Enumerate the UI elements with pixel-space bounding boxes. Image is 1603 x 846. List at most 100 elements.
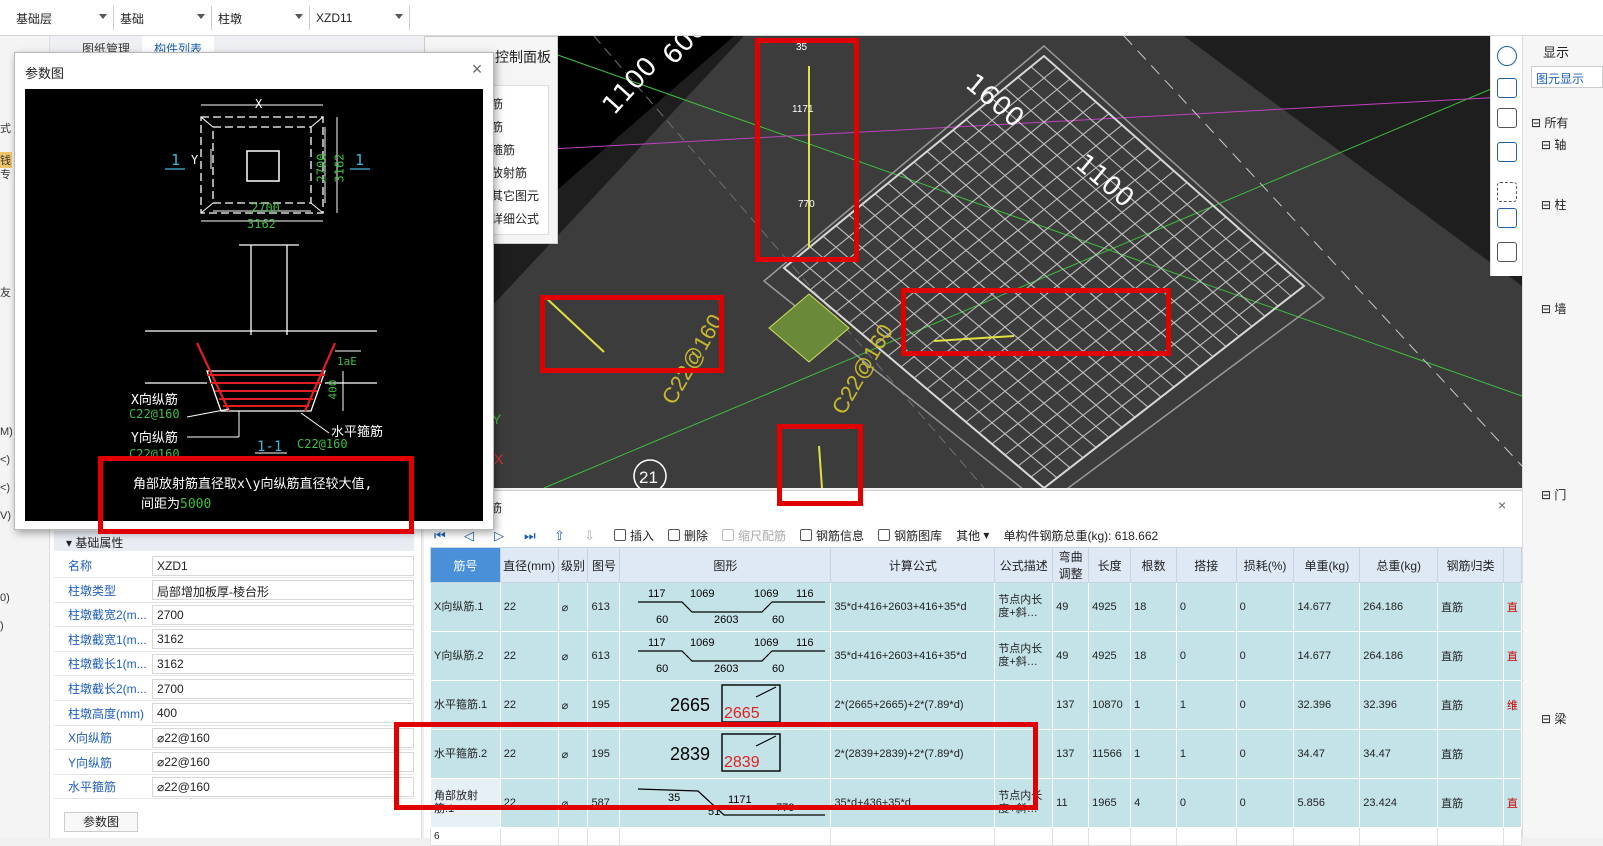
cell-name[interactable]: X向纵筋.1 [430, 582, 501, 632]
left-strip-item[interactable]: <) [0, 454, 12, 466]
cell-unit[interactable]: 32.396 [1293, 680, 1361, 730]
cell-tail[interactable]: 维 [1502, 680, 1523, 730]
column-header[interactable]: 直径(mm) [499, 547, 559, 583]
cell-total[interactable]: 264.186 [1359, 631, 1439, 681]
left-strip-item[interactable]: 式 [0, 120, 12, 136]
select-box-icon[interactable] [1497, 182, 1517, 202]
cell-len[interactable]: 11566 [1088, 729, 1132, 779]
cell-loss[interactable]: 0 [1235, 778, 1295, 828]
left-strip-item[interactable]: 专 [0, 166, 12, 182]
tree-node[interactable]: ⊟ 柱 [1541, 196, 1566, 213]
column-header[interactable]: 长度 [1088, 547, 1132, 583]
insert-button[interactable]: 插入 [614, 527, 654, 544]
cell-lap[interactable]: 0 [1175, 631, 1237, 681]
cell-bend[interactable]: 137 [1052, 680, 1090, 730]
scale-rebar-button[interactable]: 缩尺配筋 [722, 527, 786, 544]
table-row[interactable]: Y向纵筋.2 22 ⌀ 613 117 1069 1069 116 60 2603 60 35*d+4… [430, 631, 1523, 681]
column-header[interactable]: 损耗(%) [1235, 547, 1295, 583]
category-select[interactable]: 基础 [114, 6, 212, 30]
cell-bend[interactable]: 49 [1052, 631, 1090, 681]
cell-unit[interactable]: 34.47 [1293, 729, 1361, 779]
column-header[interactable]: 计算公式 [830, 547, 996, 583]
cell-name[interactable]: Y向纵筋.2 [430, 631, 501, 681]
cube-icon[interactable] [1497, 108, 1517, 128]
property-value[interactable]: ⌀22@160 [152, 776, 414, 797]
cell-fig[interactable]: 613 [587, 582, 621, 632]
property-value[interactable]: ⌀22@160 [152, 752, 414, 773]
other-menu[interactable]: 其他 ▾ [956, 527, 989, 544]
cell-count[interactable]: 18 [1130, 631, 1177, 681]
cell-lap[interactable]: 0 [1175, 582, 1237, 632]
cell-lap[interactable]: 1 [1175, 680, 1237, 730]
cell-grade[interactable]: ⌀ [557, 631, 589, 681]
cell-loss[interactable]: 0 [1235, 631, 1295, 681]
column-header[interactable]: 钢筋归类 [1437, 547, 1504, 583]
cell-total[interactable]: 32.396 [1359, 680, 1439, 730]
cell-formula[interactable]: 35*d+416+2603+416+35*d [830, 582, 996, 632]
cell-bend[interactable]: 11 [1052, 778, 1090, 828]
orbit-icon[interactable] [1497, 46, 1517, 66]
rebar-library-button[interactable]: 钢筋图库 [878, 527, 942, 544]
property-value[interactable]: 2700 [152, 604, 414, 625]
cell-bend[interactable]: 49 [1052, 582, 1090, 632]
floor-select[interactable]: 基础层 [10, 6, 114, 30]
cell-tail[interactable] [1502, 729, 1523, 779]
tree-node[interactable]: ⊟ 墙 [1541, 300, 1566, 317]
cell-total[interactable]: 264.186 [1359, 582, 1439, 632]
empty-cell[interactable]: 6 [430, 827, 501, 846]
column-header[interactable]: 总重(kg) [1359, 547, 1439, 583]
cell-cat[interactable]: 直筋 [1437, 680, 1504, 730]
control-item[interactable]: 其它图元 [485, 187, 547, 204]
empty-cell[interactable] [1088, 827, 1132, 846]
empty-cell[interactable] [1052, 827, 1090, 846]
tree-node[interactable]: ⊟ 梁 [1541, 710, 1566, 727]
cell-len[interactable]: 4925 [1088, 631, 1132, 681]
element-type-select[interactable]: 柱墩 [212, 6, 310, 30]
left-strip-item[interactable]: ) [0, 620, 12, 632]
property-value[interactable]: 局部增加板厚-棱台形 [152, 580, 414, 601]
param-figure-button[interactable]: 参数图 [64, 812, 138, 832]
cell-tail[interactable]: 直 [1502, 778, 1523, 828]
cell-len[interactable]: 1965 [1088, 778, 1132, 828]
column-header[interactable]: 单重(kg) [1293, 547, 1361, 583]
empty-cell[interactable] [1293, 827, 1361, 846]
cell-total[interactable]: 23.424 [1359, 778, 1439, 828]
control-item[interactable]: 放射筋 [485, 164, 547, 181]
close-icon[interactable]: × [1498, 497, 1506, 513]
prev-icon[interactable]: ◁ [464, 528, 478, 543]
left-strip-item[interactable]: <) [0, 482, 12, 494]
cell-len[interactable]: 10870 [1088, 680, 1132, 730]
next-icon[interactable]: ▷ [494, 528, 508, 543]
element-view-icon[interactable] [1497, 208, 1517, 228]
control-item[interactable]: 详细公式 [485, 210, 547, 227]
cell-dia[interactable]: 22 [499, 582, 559, 632]
cell-lap[interactable]: 0 [1175, 778, 1237, 828]
property-value[interactable]: 400 [152, 703, 414, 724]
cell-unit[interactable]: 5.856 [1293, 778, 1361, 828]
move-up-icon[interactable]: ⇧ [554, 528, 568, 543]
cell-fig[interactable]: 613 [587, 631, 621, 681]
left-strip-item[interactable]: 0) [0, 592, 12, 604]
cell-unit[interactable]: 14.677 [1293, 631, 1361, 681]
cell-unit[interactable]: 14.677 [1293, 582, 1361, 632]
property-value[interactable]: 3162 [152, 653, 414, 674]
column-header[interactable]: 图号 [587, 547, 621, 583]
control-item[interactable]: 箍筋 [485, 141, 547, 158]
cell-cat[interactable]: 直筋 [1437, 778, 1504, 828]
control-item[interactable]: 筋 [485, 118, 547, 135]
3d-viewport[interactable]: 1100 600 1600 1100 35 1171 770 C22@160 C… [424, 36, 1522, 488]
cell-formula[interactable]: 35*d+416+2603+416+35*d [830, 631, 996, 681]
rebar-info-button[interactable]: 钢筋信息 [800, 527, 864, 544]
table-row[interactable]: X向纵筋.1 22 ⌀ 613 117 1069 1069 116 60 2603 60 35*d+4… [430, 582, 1523, 632]
property-value[interactable]: ⌀22@160 [152, 727, 414, 748]
delete-button[interactable]: 删除 [668, 527, 708, 544]
element-name-select[interactable]: XZD11 [310, 6, 410, 30]
column-header[interactable]: 级别 [557, 547, 589, 583]
list-icon[interactable] [1497, 242, 1517, 262]
column-header[interactable] [1502, 547, 1523, 583]
cell-cat[interactable]: 直筋 [1437, 582, 1504, 632]
first-icon[interactable]: ⏮ [434, 528, 448, 543]
cell-cat[interactable]: 直筋 [1437, 631, 1504, 681]
empty-cell[interactable] [557, 827, 589, 846]
cell-dia[interactable]: 22 [499, 631, 559, 681]
